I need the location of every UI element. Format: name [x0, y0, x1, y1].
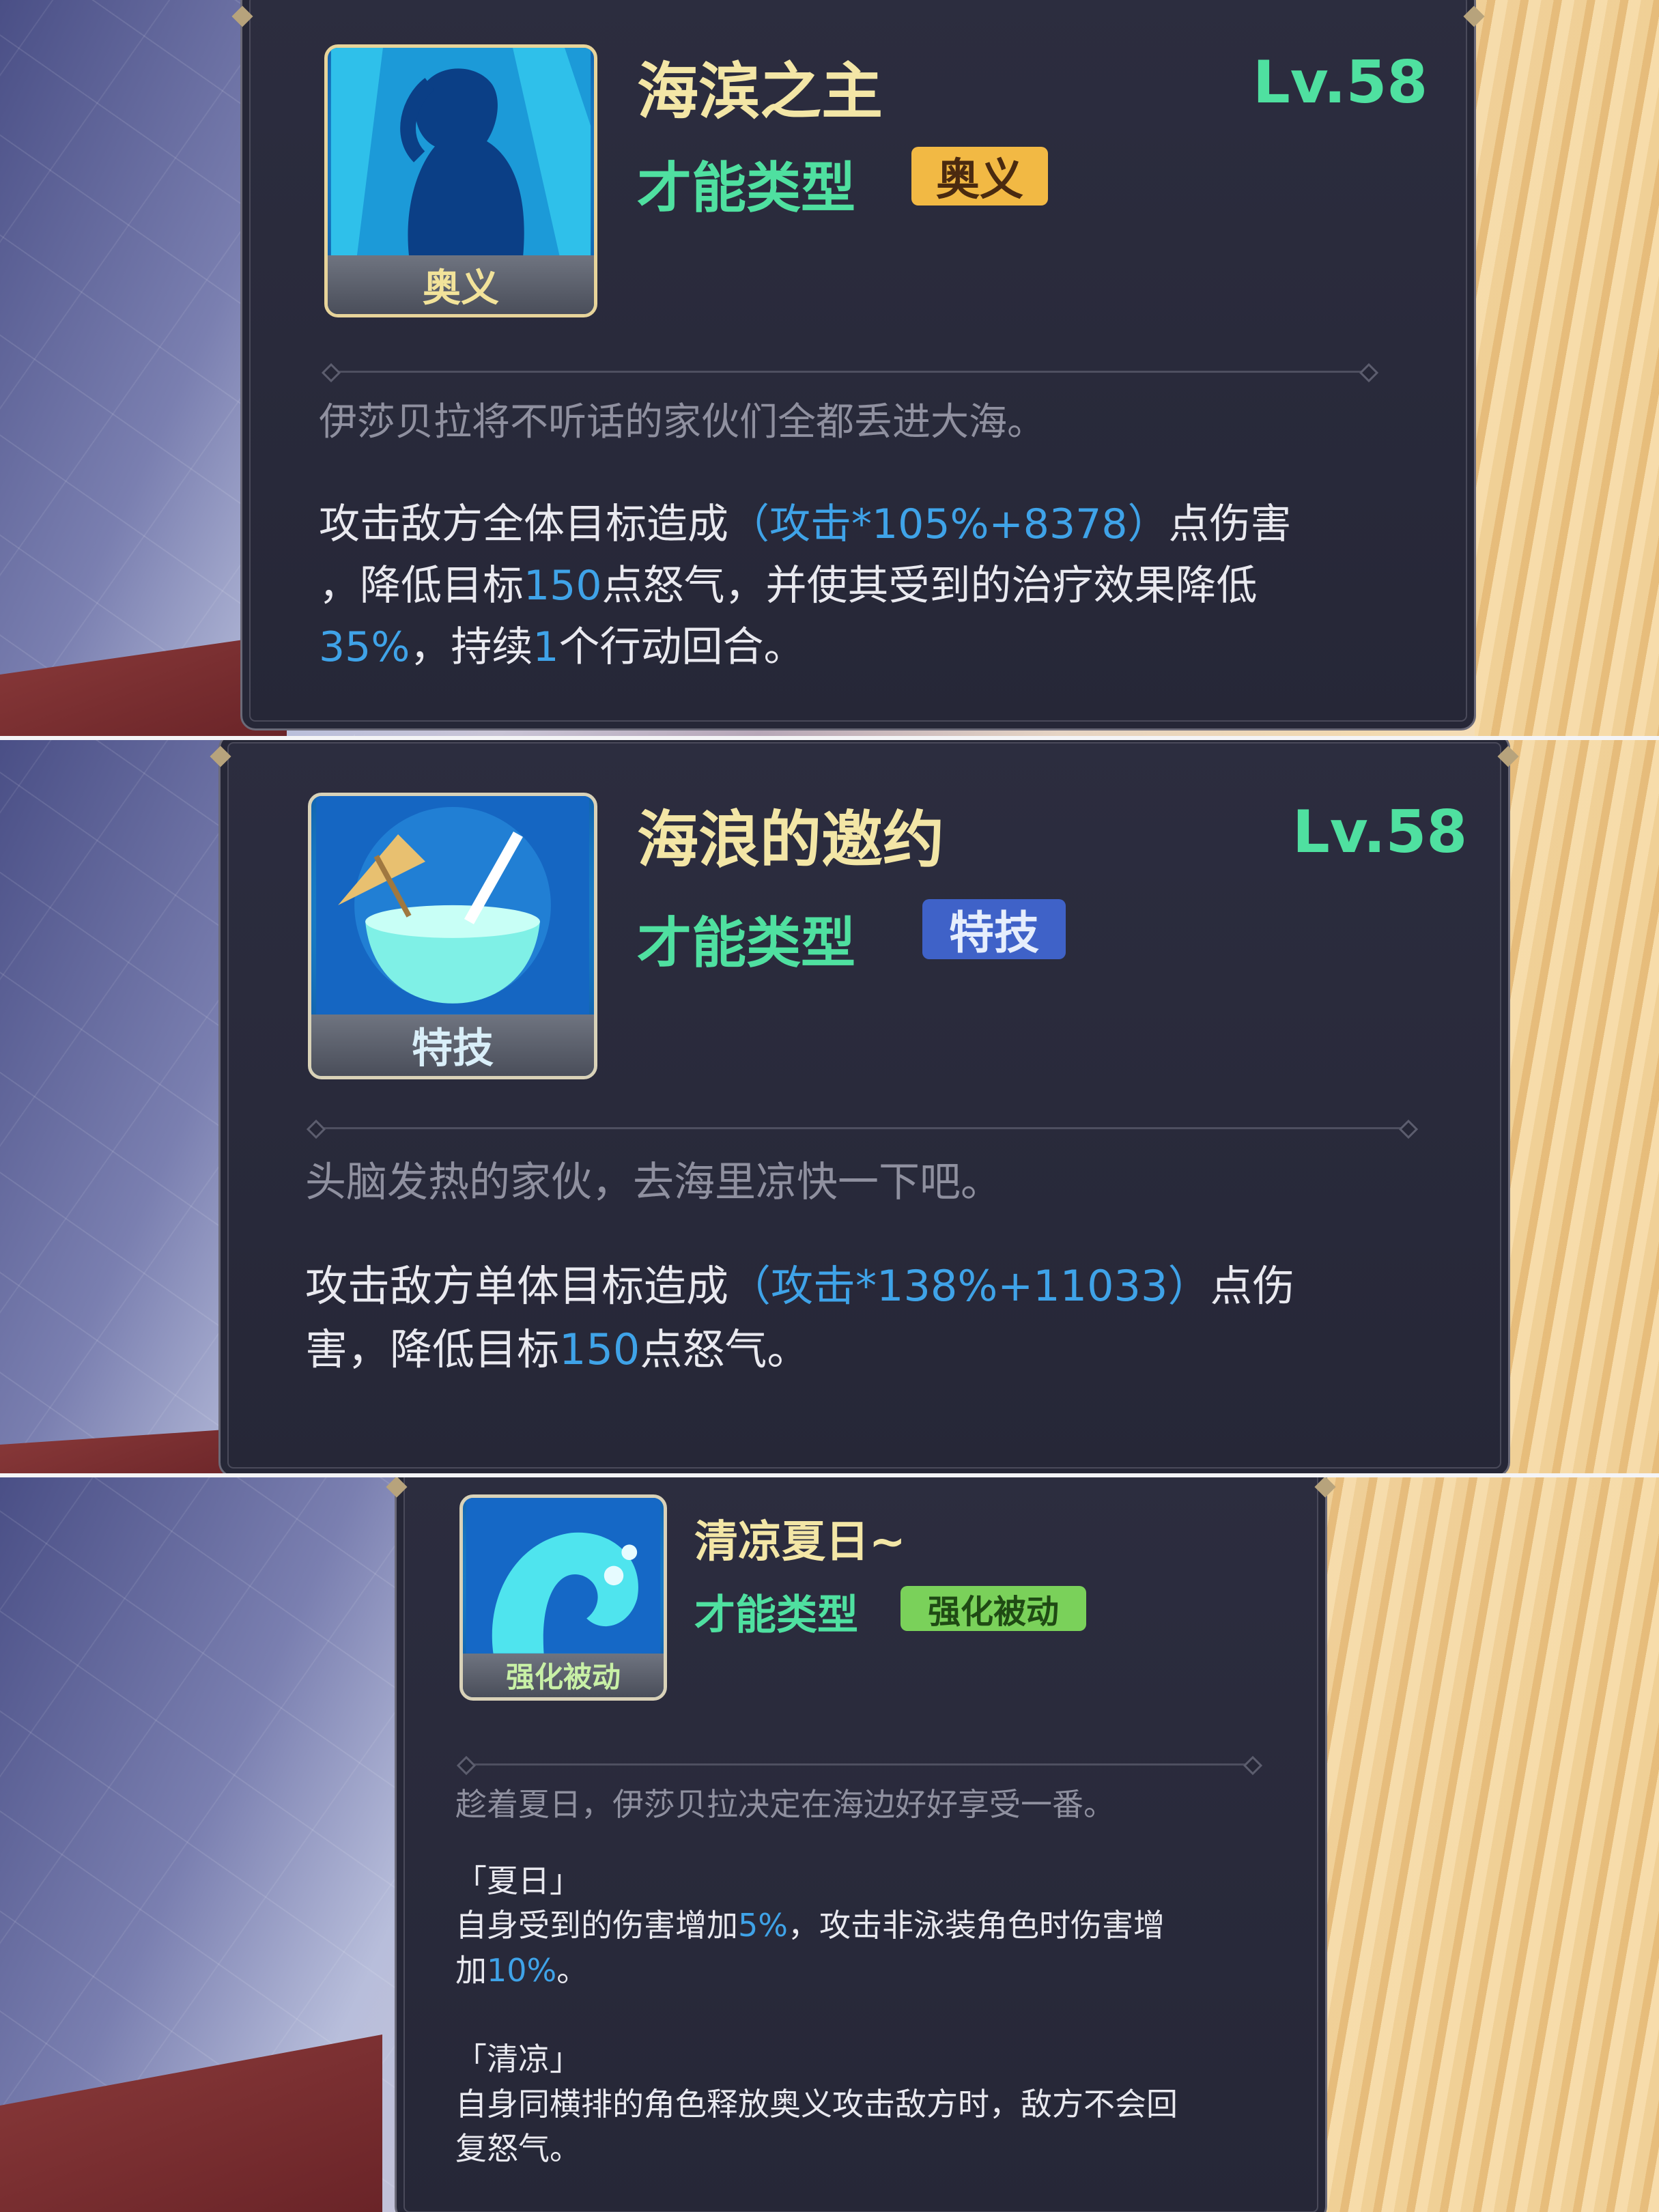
desc-text: 攻击敌方单体目标造成	[305, 1261, 729, 1311]
duration-value: 1	[533, 623, 559, 671]
description-line: 攻击敌方全体目标造成（攻击*105%+8378）点伤害	[319, 494, 1292, 555]
description-line: 自身同横排的角色释放奥义攻击敌方时，敌方不会回	[455, 2082, 1178, 2127]
skill-card: 强化被动 清凉夏日~ 才能类型 强化被动 趁着夏日，伊莎贝拉决定在海边好好享受一…	[386, 1477, 1336, 2212]
damage-bonus-value: 10%	[487, 1951, 557, 1989]
desc-text: 自身受到的伤害增加	[455, 1907, 738, 1944]
description-line: 35%，持续1个行动回合。	[319, 616, 1292, 678]
damage-taken-value: 5%	[738, 1907, 788, 1944]
description-line: 害，降低目标150点怒气。	[305, 1318, 1294, 1381]
skill-description: 「夏日」 自身受到的伤害增加5%，攻击非泳装角色时伤害增 加10%。 「清凉」 …	[455, 1859, 1178, 2171]
skill-flavor-text: 伊莎贝拉将不听话的家伙们全都丢进大海。	[319, 400, 1045, 444]
section-heading: 「清凉」	[455, 2041, 581, 2078]
desc-text: 点伤	[1210, 1261, 1295, 1311]
skill-panel-2: 特技 海浪的邀约 Lv.58 才能类型 特技 头脑发热的家伙，去海里凉快一下吧。…	[0, 740, 1659, 1473]
wave-icon	[466, 1498, 661, 1654]
skill-icon-label: 强化被动	[463, 1653, 664, 1697]
desc-text: 害，降低目标	[305, 1324, 560, 1374]
desc-text: ，降低目标	[319, 562, 524, 610]
character-hair-art	[1475, 0, 1659, 736]
skill-flavor-text: 头脑发热的家伙，去海里凉快一下吧。	[305, 1159, 1002, 1206]
desc-text: 点伤害	[1168, 500, 1292, 548]
heal-reduction-value: 35%	[319, 623, 410, 671]
coconut-drink-icon	[316, 796, 589, 1015]
skill-icon: 特技	[308, 793, 597, 1079]
skill-icon: 强化被动	[459, 1494, 667, 1701]
rage-value: 150	[524, 562, 602, 610]
description-line: 攻击敌方单体目标造成（攻击*138%+11033）点伤	[305, 1254, 1294, 1318]
description-line: ，降低目标150点怒气，并使其受到的治疗效果降低	[319, 555, 1292, 616]
skill-type-badge: 特技	[922, 899, 1066, 959]
skill-icon-label: 特技	[311, 1014, 594, 1076]
skill-flavor-text: 趁着夏日，伊莎贝拉决定在海边好好享受一番。	[455, 1786, 1115, 1823]
skill-type-label: 才能类型	[637, 911, 855, 975]
divider	[331, 371, 1369, 373]
desc-text: 点怒气，并使其受到的治疗效果降低	[601, 562, 1258, 610]
skill-icon-label: 奥义	[328, 255, 594, 314]
skill-type-badge: 强化被动	[901, 1586, 1086, 1631]
description-line: 复怒气。	[455, 2127, 1178, 2171]
desc-text: 个行动回合。	[558, 623, 805, 671]
damage-formula: （攻击*105%+8378）	[728, 500, 1169, 548]
skill-panel-1: 奥义 海滨之主 Lv.58 才能类型 奥义 伊莎贝拉将不听话的家伙们全都丢进大海…	[0, 0, 1659, 736]
skill-title: 清凉夏日~	[694, 1517, 906, 1568]
skill-level: Lv.58	[1253, 48, 1428, 117]
skill-description: 攻击敌方单体目标造成（攻击*138%+11033）点伤 害，降低目标150点怒气…	[305, 1254, 1294, 1381]
desc-text: 加	[455, 1951, 487, 1989]
skill-description: 攻击敌方全体目标造成（攻击*105%+8378）点伤害 ，降低目标150点怒气，…	[319, 494, 1292, 678]
desc-text: ，攻击非泳装角色时伤害增	[787, 1907, 1165, 1944]
damage-formula: （攻击*138%+11033）	[728, 1261, 1210, 1311]
desc-text: 点怒气。	[640, 1324, 810, 1374]
desc-text: ，持续	[410, 623, 533, 671]
divider	[316, 1127, 1408, 1129]
character-hair-art	[1502, 740, 1659, 1473]
description-line: 加10%。	[455, 1948, 1178, 1993]
character-hair-art	[1290, 1477, 1659, 2212]
desc-text: 自身同横排的角色释放奥义攻击敌方时，敌方不会回	[455, 2085, 1178, 2123]
rage-value: 150	[559, 1324, 640, 1374]
skill-level: Lv.58	[1292, 798, 1468, 866]
skill-type-label: 才能类型	[637, 156, 855, 220]
skill-type-label: 才能类型	[694, 1591, 858, 1639]
section-heading: 「夏日」	[455, 1862, 581, 1899]
desc-text: 攻击敌方全体目标造成	[319, 500, 728, 548]
skill-card: 特技 海浪的邀约 Lv.58 才能类型 特技 头脑发热的家伙，去海里凉快一下吧。…	[210, 740, 1519, 1473]
divider	[466, 1763, 1253, 1766]
desc-text: 。	[556, 1951, 589, 1989]
skill-title: 海滨之主	[637, 56, 883, 128]
silhouette-woman-icon	[330, 48, 591, 256]
description-line: 自身受到的伤害增加5%，攻击非泳装角色时伤害增	[455, 1903, 1178, 1948]
skill-type-badge: 奥义	[911, 147, 1048, 205]
skill-panel-3: 强化被动 清凉夏日~ 才能类型 强化被动 趁着夏日，伊莎贝拉决定在海边好好享受一…	[0, 1477, 1659, 2212]
desc-text: 复怒气。	[455, 2129, 581, 2167]
skill-card: 奥义 海滨之主 Lv.58 才能类型 奥义 伊莎贝拉将不听话的家伙们全都丢进大海…	[231, 0, 1485, 731]
skill-title: 海浪的邀约	[637, 804, 944, 876]
skill-icon: 奥义	[324, 44, 597, 317]
